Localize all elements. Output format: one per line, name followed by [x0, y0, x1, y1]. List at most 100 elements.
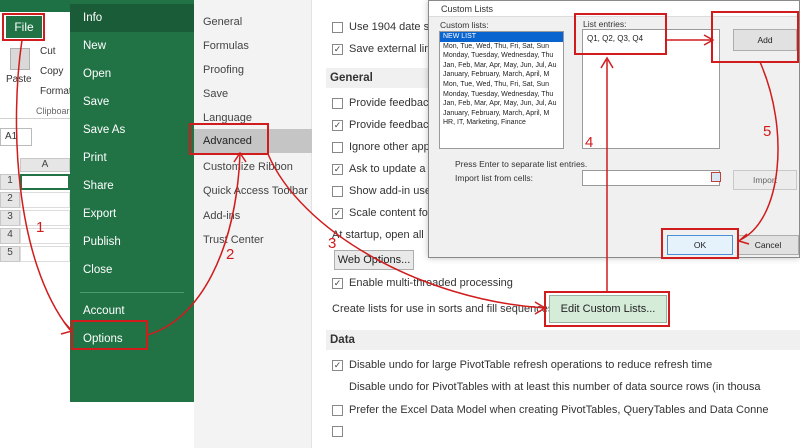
option-row: Provide feedbac — [332, 97, 429, 109]
option-label: Prefer the Excel Data Model when creatin… — [349, 404, 769, 416]
backstage-divider — [80, 292, 184, 293]
name-box[interactable]: A1 — [0, 128, 32, 146]
web-options-button[interactable]: Web Options... — [334, 250, 414, 270]
option-row: ✓ Provide feedbac — [332, 119, 429, 131]
option-row: ✓ Ask to update a — [332, 163, 425, 175]
checkbox[interactable]: ✓ — [332, 163, 343, 175]
option-label: Provide feedbac — [349, 119, 429, 131]
list-entries-label: List entries: — [583, 19, 627, 29]
format-painter-button[interactable]: Format — [40, 86, 70, 97]
option-label: Use 1904 date sy — [349, 21, 435, 33]
backstage-item-save-as[interactable]: Save As — [70, 116, 194, 144]
options-nav-language[interactable]: Language — [194, 106, 312, 130]
ok-button[interactable]: OK — [667, 235, 733, 255]
option-label: Show add-in use — [349, 185, 431, 197]
backstage-item-export[interactable]: Export — [70, 200, 194, 228]
import-range-input[interactable] — [582, 170, 720, 186]
options-nav-add-ins[interactable]: Add-ins — [194, 204, 312, 228]
section-header-data: Data — [326, 330, 800, 350]
options-nav-general[interactable]: General — [194, 10, 312, 34]
backstage-item-publish[interactable]: Publish — [70, 228, 194, 256]
list-entries-textarea[interactable]: Q1, Q2, Q3, Q4 — [582, 29, 720, 149]
option-row: Prefer the Excel Data Model when creatin… — [332, 404, 768, 416]
options-nav-proofing[interactable]: Proofing — [194, 58, 312, 82]
options-nav-quick-access-toolbar[interactable]: Quick Access Toolbar — [194, 179, 312, 203]
cut-button[interactable]: Cut — [40, 46, 56, 57]
import-button[interactable]: Import — [733, 170, 797, 190]
list-item[interactable]: Jan, Feb, Mar, Apr, May, Jun, Jul, Au — [440, 61, 563, 71]
option-label: Enable multi-threaded processing — [349, 277, 513, 289]
checkbox[interactable]: ✓ — [332, 43, 343, 55]
options-nav-trust-center[interactable]: Trust Center — [194, 228, 312, 252]
list-item[interactable]: Mon, Tue, Wed, Thu, Fri, Sat, Sun — [440, 42, 563, 52]
paste-button[interactable]: Paste — [6, 74, 32, 85]
option-label: Ask to update a — [349, 163, 426, 175]
list-item[interactable]: January, February, March, April, M — [440, 109, 563, 119]
checkbox[interactable] — [332, 97, 343, 109]
row-header[interactable]: 4 — [0, 228, 20, 244]
custom-lists-dialog: Custom Lists Custom lists: List entries:… — [428, 0, 800, 258]
option-label: Disable undo for large PivotTable refres… — [349, 359, 713, 371]
row-header[interactable]: 2 — [0, 192, 20, 208]
checkbox[interactable] — [332, 404, 343, 416]
backstage-item-new[interactable]: New — [70, 32, 194, 60]
cancel-button[interactable]: Cancel — [737, 235, 799, 255]
checkbox[interactable]: ✓ — [332, 119, 343, 131]
cell-a1[interactable] — [20, 174, 70, 190]
backstage-item-close[interactable]: Close — [70, 256, 194, 284]
list-item[interactable]: January, February, March, April, M — [440, 70, 563, 80]
cell[interactable] — [20, 246, 70, 262]
options-nav-advanced[interactable]: Advanced — [194, 129, 312, 153]
checkbox[interactable]: ✓ — [332, 359, 343, 371]
custom-lists-listbox[interactable]: NEW LIST Mon, Tue, Wed, Thu, Fri, Sat, S… — [439, 31, 564, 149]
copy-button[interactable]: Copy — [40, 66, 63, 77]
row-header[interactable]: 5 — [0, 246, 20, 262]
option-row: Ignore other app — [332, 141, 430, 153]
backstage-item-options[interactable]: Options — [70, 325, 194, 353]
option-row: ✓ Disable undo for large PivotTable refr… — [332, 359, 712, 371]
option-label: Save external lin — [349, 43, 431, 55]
import-label: Import list from cells: — [455, 173, 533, 183]
checkbox[interactable] — [332, 141, 343, 153]
backstage-item-info[interactable]: Info — [70, 4, 194, 32]
options-nav-formulas[interactable]: Formulas — [194, 34, 312, 58]
checkbox[interactable] — [332, 426, 343, 437]
cell[interactable] — [20, 210, 70, 226]
cell[interactable] — [20, 228, 70, 244]
range-picker-icon[interactable] — [711, 172, 721, 182]
backstage-item-open[interactable]: Open — [70, 60, 194, 88]
column-header-a[interactable]: A — [20, 158, 70, 172]
edit-custom-lists-button[interactable]: Edit Custom Lists... — [549, 295, 667, 323]
option-row: Use 1904 date sy — [332, 21, 435, 33]
option-row: ✓ Scale content fo — [332, 207, 428, 219]
options-nav-save[interactable]: Save — [194, 82, 312, 106]
option-label: Disable undo for PivotTables with at lea… — [349, 381, 761, 393]
options-nav-customize-ribbon[interactable]: Customize Ribbon — [194, 155, 312, 179]
add-button[interactable]: Add — [733, 29, 797, 51]
backstage-nav: Info New Open Save Save As Print Share E… — [70, 0, 194, 402]
checkbox[interactable]: ✓ — [332, 277, 343, 289]
row-header[interactable]: 1 — [0, 174, 20, 190]
option-row: Show add-in use — [332, 185, 431, 197]
list-item[interactable]: Monday, Tuesday, Wednesday, Thu — [440, 51, 563, 61]
backstage-item-account[interactable]: Account — [70, 297, 194, 325]
backstage-item-share[interactable]: Share — [70, 172, 194, 200]
custom-lists-label: Custom lists: — [440, 20, 489, 30]
list-item[interactable]: Jan, Feb, Mar, Apr, May, Jun, Jul, Au — [440, 99, 563, 109]
checkbox[interactable] — [332, 185, 343, 197]
backstage-item-save[interactable]: Save — [70, 88, 194, 116]
list-item[interactable]: Mon, Tue, Wed, Thu, Fri, Sat, Sun — [440, 80, 563, 90]
option-row: ✓ Save external lin — [332, 43, 430, 55]
ribbon-divider — [0, 118, 70, 119]
cell[interactable] — [20, 192, 70, 208]
option-row: ✓ Enable multi-threaded processing — [332, 277, 513, 289]
checkbox[interactable]: ✓ — [332, 207, 343, 219]
separator-hint: Press Enter to separate list entries. — [455, 159, 588, 169]
file-tab[interactable]: File — [6, 16, 42, 38]
list-item[interactable]: Monday, Tuesday, Wednesday, Thu — [440, 90, 563, 100]
row-header[interactable]: 3 — [0, 210, 20, 226]
list-item[interactable]: NEW LIST — [440, 32, 563, 42]
backstage-item-print[interactable]: Print — [70, 144, 194, 172]
list-item[interactable]: HR, IT, Marketing, Finance — [440, 118, 563, 128]
checkbox[interactable] — [332, 21, 343, 33]
